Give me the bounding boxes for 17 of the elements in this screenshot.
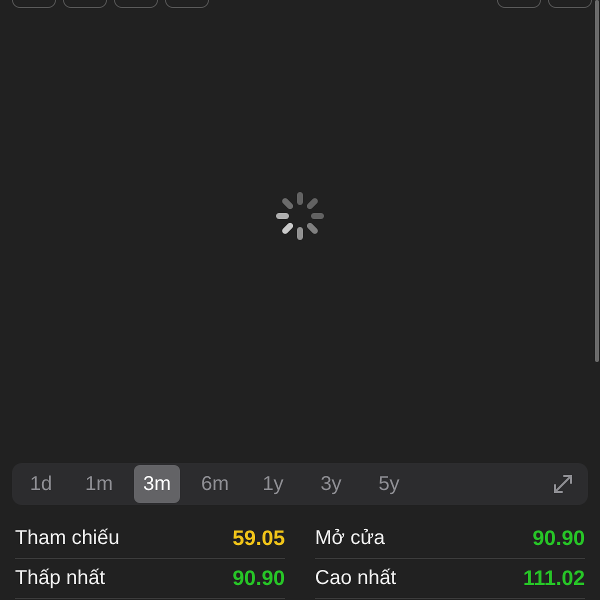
expand-icon[interactable] — [552, 473, 574, 495]
period-tab[interactable]: 5y — [366, 465, 412, 503]
period-tab[interactable]: 1m — [76, 465, 122, 503]
stat-value: 90.90 — [532, 526, 585, 550]
stat-label: Thấp nhất — [15, 567, 106, 590]
period-tab[interactable]: 1d — [18, 465, 64, 503]
period-tab[interactable]: 1y — [250, 465, 296, 503]
stat-label: Tham chiếu — [15, 527, 120, 550]
period-tab[interactable]: 6m — [192, 465, 238, 503]
scrollbar[interactable] — [595, 0, 599, 362]
stat-label: Mở cửa — [315, 527, 385, 550]
stat-value: 111.02 — [523, 566, 585, 590]
stat-value: 90.90 — [232, 566, 285, 590]
period-tab[interactable]: 3m — [134, 465, 180, 503]
stat-label: Cao nhất — [315, 567, 396, 590]
period-tab[interactable]: 3y — [308, 465, 354, 503]
stat-value: 59.05 — [232, 526, 285, 550]
